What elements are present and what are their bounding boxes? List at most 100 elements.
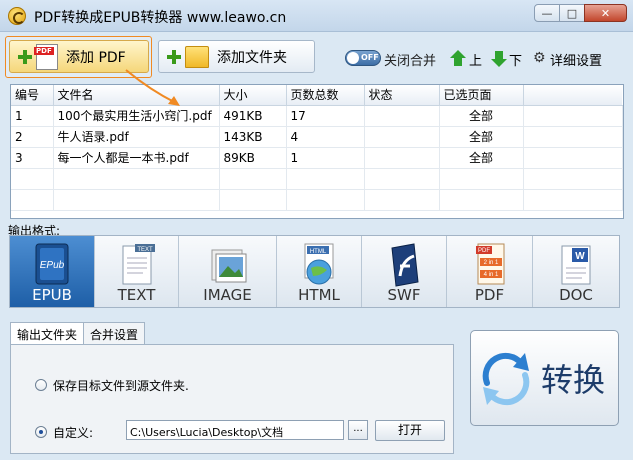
table-row[interactable]: 3 每一个人都是一本书.pdf 89KB 1 全部 (11, 147, 623, 169)
cell-selected-pages: 全部 (439, 147, 524, 169)
add-pdf-label: 添加 PDF (66, 49, 126, 66)
format-doc-label: DOC (559, 286, 593, 304)
format-swf-label: SWF (387, 286, 421, 304)
col-size[interactable]: 大小 (219, 85, 287, 106)
pdf-file-icon (34, 43, 58, 70)
format-doc[interactable]: W DOC (533, 236, 619, 307)
merge-label: 关闭合并 (384, 54, 437, 69)
cell-selected-pages: 全部 (439, 105, 524, 127)
pdf-merge-icon: PDF 2 in 1 4 in 1 (475, 243, 504, 285)
table-row[interactable]: 2 牛人语录.pdf 143KB 4 全部 (11, 126, 623, 148)
cell-status (364, 105, 440, 127)
cell-filename: 100个最实用生活小窍门.pdf (53, 105, 220, 127)
format-text-label: TEXT (117, 286, 156, 304)
html-globe-icon: HTML (304, 243, 334, 285)
format-selector: EPub EPUB TEXT TEXT IMAGE HTML HTML SWF … (9, 235, 620, 308)
image-icon (211, 249, 246, 283)
cell-size: 491KB (219, 105, 287, 127)
format-epub[interactable]: EPub EPUB (10, 236, 95, 307)
svg-text:PDF: PDF (478, 248, 490, 254)
col-status[interactable]: 状态 (364, 85, 440, 106)
cell-index: 3 (11, 147, 54, 169)
cell-size: 143KB (219, 126, 287, 148)
format-pdf-label: PDF (474, 286, 505, 304)
folder-icon (185, 45, 209, 68)
cell-filler (523, 105, 623, 127)
svg-text:HTML: HTML (310, 249, 327, 255)
close-button[interactable]: ✕ (584, 4, 627, 22)
detailed-settings-button[interactable]: 详细设置 (550, 50, 602, 69)
table-row[interactable]: 1 100个最实用生活小窍门.pdf 491KB 17 全部 (11, 105, 623, 127)
epub-book-icon: EPub (35, 243, 69, 285)
app-logo-icon (8, 7, 26, 25)
window-controls: — □ ✕ (534, 4, 627, 22)
svg-text:4 in 1: 4 in 1 (483, 272, 498, 278)
cell-pages: 17 (286, 105, 365, 127)
svg-text:W: W (575, 251, 585, 262)
col-index[interactable]: 编号 (11, 85, 54, 106)
cell-index: 2 (11, 126, 54, 148)
add-folder-button[interactable]: 添加文件夹 (158, 40, 315, 73)
convert-arrows-icon (482, 352, 530, 406)
radio-save-to-source[interactable] (35, 379, 47, 391)
empty-row (11, 168, 623, 190)
format-html-label: HTML (298, 286, 340, 304)
gear-icon[interactable]: ⚙ (533, 50, 546, 66)
convert-button[interactable]: 转换 (470, 330, 619, 426)
cell-filler (523, 147, 623, 169)
format-epub-label: EPUB (32, 286, 72, 304)
col-filename[interactable]: 文件名 (53, 85, 220, 106)
word-document-icon: W (561, 245, 591, 285)
col-pages[interactable]: 页数总数 (286, 85, 365, 106)
move-down-icon[interactable] (491, 51, 507, 67)
cell-filler (523, 126, 623, 148)
convert-label: 转换 (541, 361, 606, 399)
cell-filename: 每一个人都是一本书.pdf (53, 147, 220, 169)
tab-merge-settings[interactable]: 合并设置 (83, 322, 146, 344)
cell-filename: 牛人语录.pdf (53, 126, 220, 148)
radio-custom-folder[interactable] (35, 426, 47, 438)
cell-pages: 4 (286, 126, 365, 148)
toggle-state: OFF (361, 53, 379, 62)
merge-toggle[interactable]: OFF (345, 50, 381, 66)
format-pdf[interactable]: PDF 2 in 1 4 in 1 PDF (447, 236, 533, 307)
add-pdf-button[interactable]: 添加 PDF (9, 40, 149, 73)
output-path-input[interactable]: C:\Users\Lucia\Desktop\文档 (126, 420, 344, 440)
format-image[interactable]: IMAGE (179, 236, 277, 307)
move-down-button[interactable]: 下 (509, 50, 522, 69)
format-image-label: IMAGE (203, 286, 252, 304)
cell-selected-pages: 全部 (439, 126, 524, 148)
save-to-source-label: 保存目标文件到源文件夹. (53, 379, 189, 393)
table-header-row: 编号 文件名 大小 页数总数 状态 已选页面 (11, 85, 622, 106)
plus-icon (167, 49, 181, 64)
flash-icon (391, 243, 419, 287)
svg-text:2 in 1: 2 in 1 (483, 260, 498, 266)
svg-text:EPub: EPub (40, 260, 65, 271)
plus-icon (18, 49, 32, 64)
move-up-button[interactable]: 上 (469, 50, 482, 69)
title-bar: PDF转换成EPUB转换器 www.leawo.cn — □ ✕ (0, 0, 633, 32)
cell-status (364, 147, 440, 169)
empty-row (11, 189, 623, 211)
open-folder-button[interactable]: 打开 (375, 420, 445, 441)
svg-text:TEXT: TEXT (137, 247, 153, 253)
format-text[interactable]: TEXT TEXT (95, 236, 179, 307)
add-folder-label: 添加文件夹 (217, 49, 287, 66)
text-document-icon: TEXT (122, 244, 155, 285)
browse-button[interactable]: ... (348, 420, 368, 440)
cell-size: 89KB (219, 147, 287, 169)
format-html[interactable]: HTML HTML (277, 236, 362, 307)
format-swf[interactable]: SWF (362, 236, 447, 307)
tab-output-folder[interactable]: 输出文件夹 (10, 322, 85, 345)
cell-status (364, 126, 440, 148)
custom-folder-label: 自定义: (53, 426, 94, 440)
cell-index: 1 (11, 105, 54, 127)
move-up-icon[interactable] (450, 50, 466, 66)
cell-pages: 1 (286, 147, 365, 169)
window-title: PDF转换成EPUB转换器 www.leawo.cn (34, 10, 287, 26)
maximize-button[interactable]: □ (559, 4, 585, 22)
col-selected-pages[interactable]: 已选页面 (439, 85, 524, 106)
settings-tabs: 输出文件夹 合并设置 (10, 322, 146, 345)
minimize-button[interactable]: — (534, 4, 560, 22)
file-list-table[interactable]: 编号 文件名 大小 页数总数 状态 已选页面 1 100个最实用生活小窍门.pd… (10, 84, 624, 219)
